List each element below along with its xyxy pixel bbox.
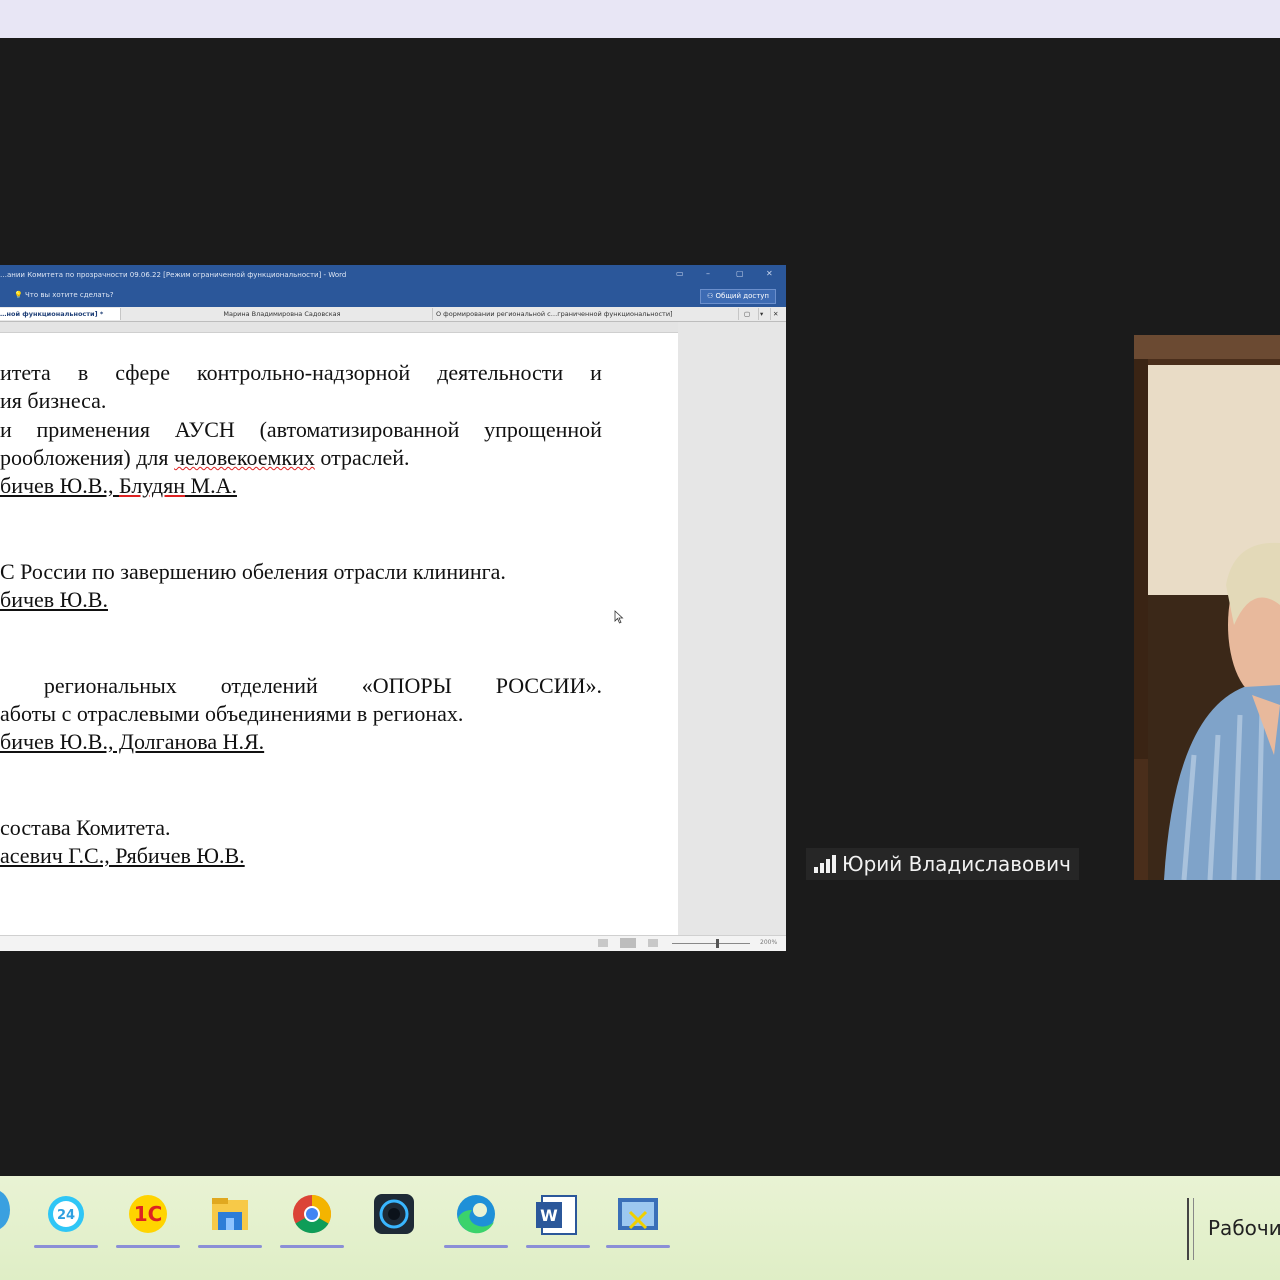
doc-line-7: бичев Ю.В.: [0, 587, 108, 612]
taskbar-bitrix24[interactable]: 24: [34, 1190, 98, 1248]
taskbar-camera-app[interactable]: [362, 1190, 426, 1248]
doc-line-2: ия бизнеса.: [0, 388, 107, 413]
new-tab-icon[interactable]: ▢: [744, 308, 759, 320]
tell-me-box[interactable]: 💡 Что вы хотите сделать?: [14, 291, 114, 299]
word-window-title: …ании Комитета по прозрачности 09.06.22 …: [0, 271, 347, 279]
word-status-bar: 200%: [0, 935, 786, 951]
document-tab-strip: …ной функциональности] * Марина Владимир…: [0, 307, 786, 322]
read-mode-icon[interactable]: [598, 939, 608, 947]
ribbon-display-icon[interactable]: ▭: [676, 269, 684, 278]
zoom-slider[interactable]: [672, 943, 750, 944]
doc-text: рообложения) для: [0, 445, 175, 470]
doc-tab-2[interactable]: Марина Владимировна Садовская: [132, 308, 433, 320]
participant-name-tag: Юрий Владиславович: [806, 848, 1079, 880]
meeting-top-bar: [0, 0, 1280, 39]
doc-word: отделений: [220, 673, 318, 698]
doc-word: и: [0, 417, 12, 442]
bitrix24-icon: 24: [48, 1196, 84, 1232]
desktop-toolbar-label[interactable]: Рабочий: [1208, 1216, 1280, 1240]
taskbar: 24 1С W Рабочи: [0, 1176, 1280, 1280]
doc-line-3: и применения АУСН (автоматизированной уп…: [0, 417, 602, 443]
taskbar-word[interactable]: W: [526, 1190, 590, 1248]
doc-word: применения: [36, 417, 150, 442]
doc-line-8: региональных отделений «ОПОРЫ РОССИИ».: [0, 673, 602, 699]
document-page[interactable]: итета в сфере контрольно-надзорной деяте…: [0, 333, 678, 935]
doc-word: АУСН: [174, 417, 235, 442]
close-icon[interactable]: ✕: [766, 269, 773, 278]
chrome-icon: [293, 1195, 332, 1234]
taskbar-separator: [1187, 1198, 1194, 1260]
document-side-area: [678, 322, 786, 935]
doc-word: деятельности: [437, 360, 564, 385]
spell-error-text: Блудян: [118, 473, 186, 498]
doc-line-6: С России по завершению обеления отрасли …: [0, 559, 506, 584]
doc-word: и: [590, 360, 602, 385]
mouse-pointer-icon: [614, 610, 624, 624]
tab-close-icon[interactable]: ✕: [773, 308, 783, 320]
taskbar-1c[interactable]: 1С: [116, 1190, 180, 1248]
person-icon: ⚇: [706, 292, 714, 300]
start-button-partial[interactable]: [0, 1190, 10, 1230]
tab-menu-icon[interactable]: ▾: [760, 308, 771, 320]
lightbulb-icon: 💡: [14, 291, 23, 299]
taskbar-edge[interactable]: [444, 1190, 508, 1248]
doc-word: (автоматизированной: [259, 417, 460, 442]
svg-text:W: W: [540, 1206, 558, 1225]
zoom-level[interactable]: 200%: [760, 939, 777, 946]
connection-signal-icon: [814, 855, 838, 873]
participant-name: Юрий Владиславович: [842, 852, 1071, 876]
doc-line-11: состава Комитета.: [0, 815, 171, 840]
doc-word: РОССИИ».: [495, 673, 602, 698]
doc-word: сфере: [115, 360, 171, 385]
taskbar-screenshot-tool[interactable]: [606, 1190, 670, 1248]
doc-word: «ОПОРЫ: [361, 673, 452, 698]
doc-word: итета: [0, 360, 51, 385]
taskbar-chrome[interactable]: [280, 1190, 344, 1248]
edge-icon: [457, 1195, 495, 1234]
zoom-slider-handle[interactable]: [716, 939, 719, 948]
spell-error-text: человекоемких: [174, 445, 315, 470]
taskbar-file-explorer[interactable]: [198, 1190, 262, 1248]
svg-text:24: 24: [57, 1208, 75, 1223]
file-explorer-icon: [212, 1198, 248, 1230]
participant-video[interactable]: [1134, 335, 1280, 880]
doc-line-12: асевич Г.С., Рябичев Ю.В.: [0, 843, 245, 868]
share-button[interactable]: ⚇ Общий доступ: [700, 289, 776, 304]
tell-me-text: Что вы хотите сделать?: [24, 291, 114, 299]
doc-line-10: бичев Ю.В., Долганова Н.Я.: [0, 729, 265, 754]
shared-word-window[interactable]: …ании Комитета по прозрачности 09.06.22 …: [0, 265, 786, 951]
doc-word: упрощенной: [484, 417, 602, 442]
doc-line-4: рообложения) для человекоемких отраслей.: [0, 445, 410, 471]
1c-icon: 1С: [129, 1195, 167, 1233]
minimize-icon[interactable]: –: [706, 269, 710, 278]
participant-video-frame: [1134, 335, 1280, 880]
doc-underlined-text: М.А.: [185, 473, 237, 498]
doc-line-5: бичев Ю.В., Блудян М.А.: [0, 473, 237, 499]
word-title-bar: …ании Комитета по прозрачности 09.06.22 …: [0, 265, 786, 307]
doc-line-9: аботы с отраслевыми объединениями в реги…: [0, 701, 464, 726]
doc-word: региональных: [43, 673, 177, 698]
doc-tab-1[interactable]: …ной функциональности] *: [0, 308, 121, 320]
doc-word: контрольно-надзорной: [197, 360, 411, 385]
doc-tab-3[interactable]: О формировании региональной с…граниченно…: [436, 308, 739, 320]
print-layout-icon[interactable]: [620, 938, 636, 948]
maximize-icon[interactable]: ▢: [736, 269, 744, 278]
screenshot-tool-icon: [618, 1198, 658, 1230]
camera-app-icon: [374, 1194, 414, 1234]
share-label: Общий доступ: [715, 292, 770, 300]
horizontal-ruler: [0, 322, 678, 333]
web-layout-icon[interactable]: [648, 939, 658, 947]
doc-line-1: итета в сфере контрольно-надзорной деяте…: [0, 360, 602, 386]
doc-word: в: [77, 360, 89, 385]
word-icon: W: [536, 1195, 577, 1235]
svg-text:1С: 1С: [134, 1202, 163, 1226]
doc-text: отраслей.: [314, 445, 410, 470]
doc-underlined-text: бичев Ю.В.,: [0, 473, 119, 498]
